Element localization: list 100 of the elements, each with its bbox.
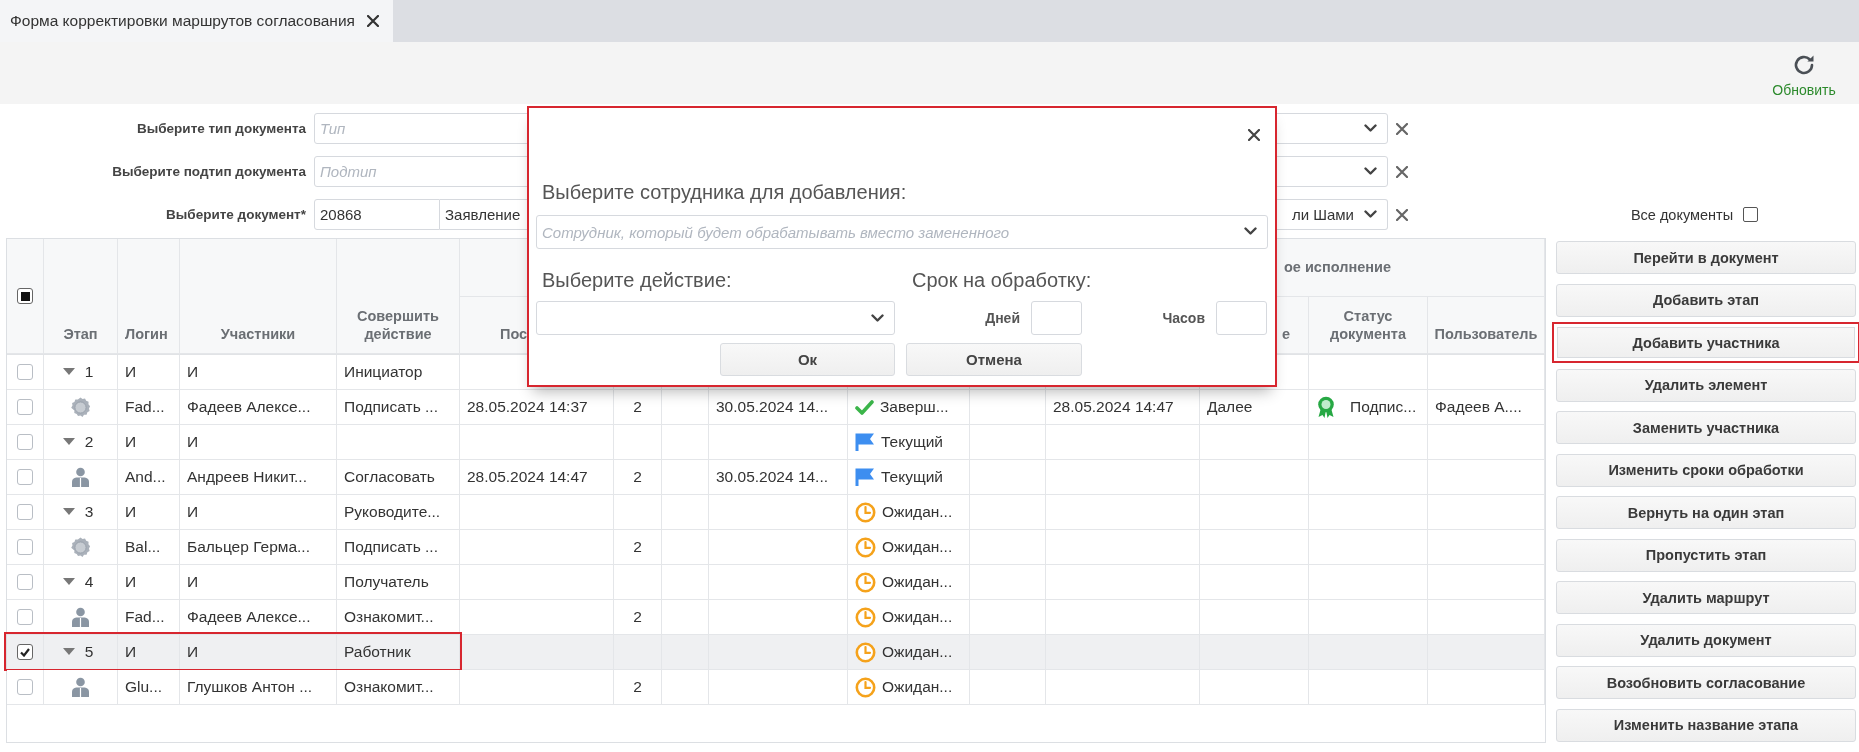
row-checkbox[interactable] (17, 644, 33, 660)
table-cell: Фадеев А.... (1428, 390, 1545, 424)
action-button[interactable]: Перейти в документ (1556, 241, 1856, 274)
chevron-down-icon[interactable] (1364, 167, 1377, 176)
action-button[interactable]: Изменить сроки обработки (1556, 453, 1856, 487)
tab[interactable]: Форма корректировки маршрутов согласования (0, 0, 393, 42)
action-button[interactable]: Удалить элемент (1556, 368, 1856, 402)
select-all-checkbox[interactable] (17, 288, 33, 304)
stage-number: 2 (84, 433, 94, 451)
hours-field[interactable] (1216, 301, 1267, 335)
clear-icon[interactable] (1396, 122, 1408, 135)
field-label: Дней (984, 310, 1020, 326)
action-button[interactable]: Пропустить этап (1556, 538, 1856, 572)
caret-icon[interactable] (62, 438, 75, 446)
table-cell: И (180, 495, 337, 529)
table-row[interactable]: 3 И И Руководите... Ожидан... (7, 495, 1545, 530)
row-checkbox[interactable] (17, 539, 33, 555)
table-row[interactable]: 2 И И Текущий (7, 425, 1545, 460)
table-cell: 30.05.2024 14... (709, 390, 848, 424)
table-cell: Согласовать (337, 460, 460, 494)
status-text: Текущий (881, 433, 943, 451)
close-icon[interactable] (1248, 129, 1260, 141)
clock-icon (855, 571, 876, 593)
clear-icon[interactable] (1396, 165, 1408, 178)
table-cell: Fad... (118, 390, 180, 424)
column-header: Пос (500, 325, 528, 343)
chevron-down-icon[interactable] (1364, 210, 1377, 219)
checkbox-label: Все документы (1630, 206, 1734, 223)
status-text: Текущий (881, 468, 943, 486)
days-field[interactable] (1031, 301, 1082, 335)
row-checkbox[interactable] (17, 434, 33, 450)
table-row[interactable]: Glu... Глушков Антон ... Ознакомит... 2 Ожидан... (7, 670, 1545, 705)
number-field[interactable]: 20868 (314, 199, 440, 230)
action-button[interactable]: Изменить название этапа (1556, 708, 1856, 742)
table-cell: Фадеев Алексе... (180, 390, 337, 424)
refresh-button[interactable]: Обновить (1767, 42, 1859, 104)
refresh-icon[interactable] (1792, 53, 1816, 77)
row-checkbox[interactable] (17, 574, 33, 590)
table-cell: И (118, 495, 180, 529)
row-checkbox[interactable] (17, 364, 33, 380)
caret-icon[interactable] (62, 368, 75, 376)
table-row[interactable]: Fad... Фадеев Алексе... Ознакомит... 2 Ожидан... (7, 600, 1545, 635)
field-label: Выберите документ* (165, 207, 306, 222)
table-cell: Далее (1200, 390, 1309, 424)
checkbox[interactable] (1743, 207, 1759, 222)
status-text: Подпис... (1350, 398, 1417, 416)
person-icon (71, 677, 90, 697)
award-icon (1316, 396, 1336, 418)
row-checkbox[interactable] (17, 504, 33, 520)
table-cell: Glu... (118, 670, 180, 704)
chevron-down-icon[interactable] (871, 313, 884, 323)
clear-icon[interactable] (1396, 208, 1408, 221)
status-text: Ожидан... (882, 538, 953, 556)
value-text: Заявление (445, 206, 521, 223)
cancel-button[interactable]: Отмена (906, 343, 1082, 376)
table-cell: And... (118, 460, 180, 494)
status-text: Ожидан... (882, 608, 953, 626)
table-cell: И (118, 355, 180, 389)
table-row[interactable]: And... Андреев Никит... Согласовать 28.05.2024 14:47 2 30.05.2024 14... Текущий (7, 460, 1545, 495)
column-header: ое исполнение (1284, 258, 1391, 277)
person-icon (71, 467, 90, 487)
action-button[interactable]: Возобновить согласование (1556, 666, 1856, 699)
clock-icon (855, 536, 876, 558)
row-checkbox[interactable] (17, 399, 33, 415)
row-checkbox[interactable] (17, 679, 33, 695)
action-button[interactable]: Удалить документ (1556, 623, 1856, 657)
table-row[interactable]: Bal... Бальцер Герма... Подписать ... 2 Ожидан... (7, 530, 1545, 565)
close-icon[interactable] (366, 15, 379, 27)
field-label: Срок на обработку: (912, 268, 1093, 293)
action-button[interactable]: Удалить маршрут (1556, 581, 1856, 614)
table-cell: 30.05.2024 14... (709, 460, 848, 494)
stage-number: 1 (84, 363, 94, 381)
ok-button[interactable]: Ок (720, 343, 895, 376)
column-header: Пользователь (1434, 325, 1538, 343)
column-header: Статус документа (1329, 308, 1407, 343)
caret-icon[interactable] (62, 648, 75, 656)
table-cell: Фадеев Алексе... (180, 600, 337, 634)
table-cell: 2 (614, 390, 662, 424)
table-cell: И (118, 635, 180, 669)
table-cell: Работник (337, 635, 460, 669)
seal-icon (70, 396, 91, 418)
table-cell: 2 (614, 530, 662, 564)
action-button[interactable]: Добавить этап (1556, 283, 1856, 317)
employee-select[interactable]: Сотрудник, который будет обрабатывать вместо замененного (536, 215, 1268, 249)
chevron-down-icon[interactable] (1244, 227, 1257, 236)
action-button[interactable]: Вернуть на один этап (1556, 496, 1856, 529)
action-button[interactable]: Заменить участника (1556, 411, 1856, 444)
row-checkbox[interactable] (17, 469, 33, 485)
status-text: Заверш... (880, 398, 949, 416)
row-checkbox[interactable] (17, 609, 33, 625)
action-button[interactable]: Добавить участника (1552, 322, 1859, 363)
table-row[interactable]: Fad... Фадеев Алексе... Подписать ... 28.05.2024 14:37 2 30.05.2024 14... Заверш... 28.05.2024 14:47 Далее Подпис... Фадеев А.... (7, 390, 1545, 425)
table-row[interactable]: 4 И И Получатель Ожидан... (7, 565, 1545, 600)
caret-icon[interactable] (62, 508, 75, 516)
person-icon (71, 607, 90, 627)
table-cell: И (180, 565, 337, 599)
column-header: Этап (63, 325, 98, 343)
chevron-down-icon[interactable] (1364, 124, 1377, 133)
table-row[interactable]: 5 И И Работник Ожидан... (7, 635, 1545, 670)
caret-icon[interactable] (62, 578, 75, 586)
